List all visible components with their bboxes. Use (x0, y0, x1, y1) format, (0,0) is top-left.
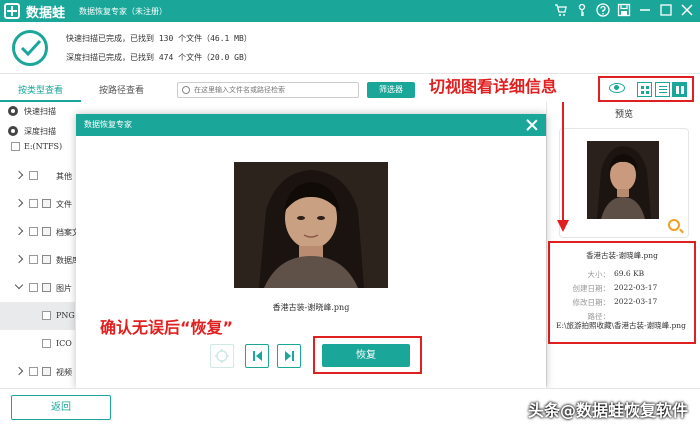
search-input[interactable] (194, 84, 354, 96)
preview-title: 预览 (614, 110, 633, 120)
scan-status-panel: 快速扫描已完成，已找到 130 个文件（46.1 MB） 深度扫描已完成，已找到… (0, 22, 700, 74)
previous-button[interactable] (245, 344, 269, 368)
detail-view-button[interactable] (672, 82, 687, 97)
annotation-arrow-head (557, 220, 569, 232)
zoom-icon[interactable] (668, 219, 680, 231)
preview-thumbnail-image (587, 141, 659, 219)
app-logo: 数据蛙 (4, 2, 65, 21)
chevron-right-icon (14, 366, 24, 376)
tree-item-video[interactable]: 视频 (0, 358, 75, 386)
previous-icon (253, 351, 262, 361)
deep-scan-status: 深度扫描已完成，已找到 474 个文件（20.0 GB） (66, 53, 252, 62)
annotation-confirm-recover: 确认无误后“恢复” (100, 318, 234, 337)
modified-label: 修改日期： (572, 298, 611, 307)
scan-mode-deep[interactable]: 深度扫描 (0, 122, 75, 140)
annotation-view-switch: 切视图看详细信息 (429, 77, 558, 96)
view-tabs: 按类型查看 按路径查看 (0, 80, 163, 102)
preview-dialog: 数据恢复专家 香港古装-谢晓峰.png (76, 114, 546, 388)
tree-item-ico[interactable]: ICO (0, 330, 75, 358)
cart-icon[interactable] (554, 3, 568, 17)
recover-button[interactable]: 恢复 (322, 344, 410, 367)
chevron-right-icon (14, 254, 24, 264)
checkbox[interactable] (29, 283, 38, 292)
checkbox[interactable] (11, 142, 20, 151)
checkbox[interactable] (29, 171, 38, 180)
rotate-button[interactable] (210, 344, 234, 368)
checkbox[interactable] (29, 255, 38, 264)
app-name: 数据蛙 (26, 5, 66, 21)
chevron-down-icon (14, 280, 24, 290)
archive-icon (42, 227, 51, 236)
list-view-button[interactable] (655, 82, 670, 97)
size-label: 大小： (587, 270, 611, 279)
close-icon[interactable] (680, 3, 694, 17)
checkbox[interactable] (42, 339, 51, 348)
sidebar-tree: 快速扫描 深度扫描 E:(NTFS) 其他 文件 档案文件 数据库 图片 PNG… (0, 102, 88, 387)
chevron-right-icon (14, 226, 24, 236)
video-icon (42, 367, 51, 376)
dialog-file-name: 香港古装-谢晓峰.png (272, 303, 350, 312)
view-mode-group (598, 76, 694, 102)
tree-item-other[interactable]: 其他 (0, 162, 75, 190)
eye-icon[interactable] (609, 83, 625, 93)
back-button[interactable]: 返回 (11, 395, 111, 420)
radio-icon (8, 106, 18, 116)
created-label: 创建日期： (572, 284, 611, 293)
minimize-icon[interactable] (638, 3, 652, 17)
search-box (177, 82, 359, 98)
grid-view-button[interactable] (637, 82, 652, 97)
preview-thumbnail-card[interactable] (559, 128, 689, 238)
document-icon (42, 199, 51, 208)
tree-item-image[interactable]: 图片 (0, 274, 75, 302)
watermark: 头条@数据蛙恢复软件 (527, 401, 688, 420)
tree-item-archive[interactable]: 档案文件 (0, 218, 88, 246)
chevron-right-icon (14, 198, 24, 208)
checkbox[interactable] (42, 311, 51, 320)
rotate-icon (215, 349, 229, 363)
annotation-arrow-line (562, 102, 564, 224)
created-value: 2022-03-17 (614, 283, 658, 292)
title-bar: 数据蛙 数据恢复专家（未注册） (0, 0, 700, 22)
tab-by-type[interactable]: 按类型查看 (0, 80, 81, 102)
modified-value: 2022-03-17 (614, 297, 658, 306)
radio-icon (8, 126, 18, 136)
database-icon (42, 255, 51, 264)
chevron-right-icon (14, 170, 24, 180)
key-icon[interactable] (575, 3, 589, 17)
search-icon (182, 86, 190, 94)
file-name: 香港古装-谢晓峰.png (586, 251, 658, 260)
filter-button[interactable]: 筛选器 (367, 82, 415, 98)
logo-icon (4, 3, 20, 19)
dialog-title: 数据恢复专家 (76, 114, 546, 136)
bottom-bar: 返回 头条@数据蛙恢复软件 (0, 388, 700, 428)
save-icon[interactable] (617, 3, 631, 17)
app-subtitle: 数据恢复专家（未注册） (79, 6, 168, 16)
checkbox[interactable] (29, 367, 38, 376)
tree-item-png[interactable]: PNG (0, 302, 75, 330)
file-info-box: 香港古装-谢晓峰.png 大小： 69.6 KB 创建日期： 2022-03-1… (548, 241, 696, 344)
image-icon (42, 283, 51, 292)
scan-complete-icon (12, 30, 48, 66)
dialog-close-icon[interactable] (526, 119, 538, 131)
dialog-preview-image (234, 162, 388, 288)
help-icon[interactable] (596, 3, 610, 17)
tree-item-database[interactable]: 数据库 (0, 246, 80, 274)
next-icon (285, 351, 294, 361)
quick-scan-status: 快速扫描已完成，已找到 130 个文件（46.1 MB） (66, 34, 252, 43)
next-button[interactable] (277, 344, 301, 368)
path-value: E:\旅游拍照收藏\香港古装-谢晓峰.png (556, 321, 686, 330)
scan-mode-quick[interactable]: 快速扫描 (0, 102, 75, 120)
checkbox[interactable] (29, 227, 38, 236)
size-value: 69.6 KB (614, 269, 645, 278)
tree-item-document[interactable]: 文件 (0, 190, 75, 218)
checkbox[interactable] (29, 199, 38, 208)
maximize-icon[interactable] (659, 3, 673, 17)
tree-root-drive[interactable]: E:(NTFS) (0, 140, 75, 154)
tab-by-path[interactable]: 按路径查看 (81, 80, 162, 102)
